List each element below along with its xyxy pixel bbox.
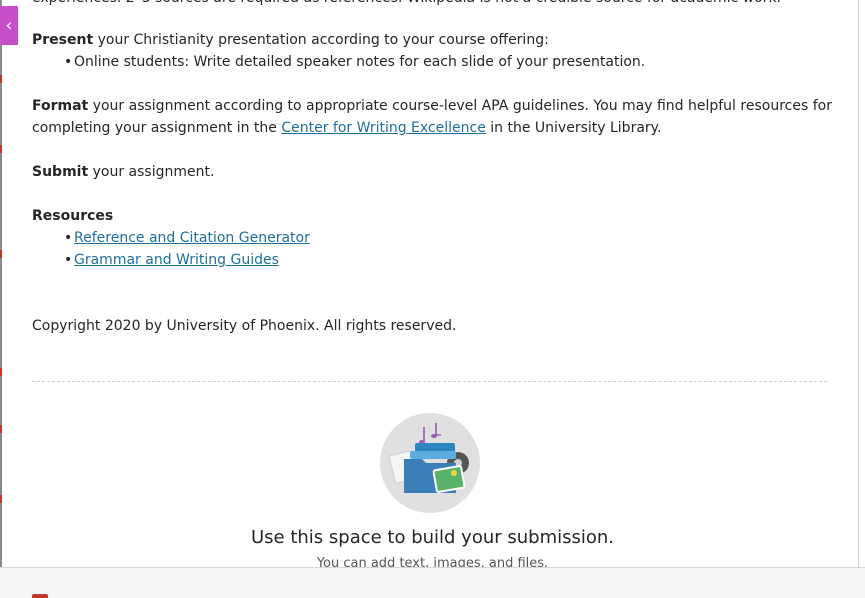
copyright-text: Copyright 2020 by University of Phoenix.…: [32, 318, 457, 334]
empty-state-title: Use this space to build your submission.: [250, 527, 615, 548]
bottom-toolbar: [0, 567, 865, 598]
resources-heading-text: Resources: [32, 208, 114, 224]
section-divider: [32, 381, 827, 382]
list-item: • Online students: Write detailed speaker…: [64, 51, 645, 73]
bullet-icon: •: [64, 230, 73, 246]
present-text: your Christianity presentation according…: [93, 32, 549, 48]
bullet-icon: •: [64, 54, 73, 70]
submit-text: your assignment.: [88, 164, 215, 180]
instruction-cut-line: experiences. 2–3 sources are required as…: [32, 0, 781, 9]
bullet-icon: •: [64, 252, 73, 268]
format-instruction: Format your assignment according to appr…: [32, 95, 832, 117]
resources-heading: Resources: [32, 205, 113, 227]
left-panel-edge: [0, 0, 2, 597]
submit-instruction: Submit your assignment.: [32, 161, 214, 183]
toolbar-icon[interactable]: [32, 594, 48, 598]
list-item: • Grammar and Writing Guides: [64, 249, 279, 271]
format-text-1: your assignment according to appropriate…: [88, 98, 832, 114]
list-item: • Reference and Citation Generator: [64, 227, 310, 249]
format-text-2b: in the University Library.: [485, 120, 662, 136]
format-text-2a: completing your assignment in the: [32, 120, 282, 136]
format-label: Format: [32, 98, 89, 114]
folder-media-icon: [388, 423, 469, 493]
format-instruction-line-2: completing your assignment in the Center…: [32, 117, 661, 139]
submit-label: Submit: [32, 164, 89, 180]
present-bullet-text: Online students: Write detailed speaker …: [74, 54, 646, 70]
content-right-border: [858, 0, 859, 567]
submission-illustration: [380, 413, 480, 513]
collapse-panel-button[interactable]: ‹: [0, 6, 18, 45]
reference-citation-generator-link[interactable]: Reference and Citation Generator: [74, 230, 310, 246]
center-for-writing-excellence-link[interactable]: Center for Writing Excellence: [281, 120, 486, 136]
chevron-left-icon: ‹: [5, 15, 13, 36]
present-instruction: Present your Christianity presentation a…: [32, 29, 549, 51]
present-label: Present: [32, 32, 94, 48]
grammar-writing-guides-link[interactable]: Grammar and Writing Guides: [74, 252, 279, 268]
